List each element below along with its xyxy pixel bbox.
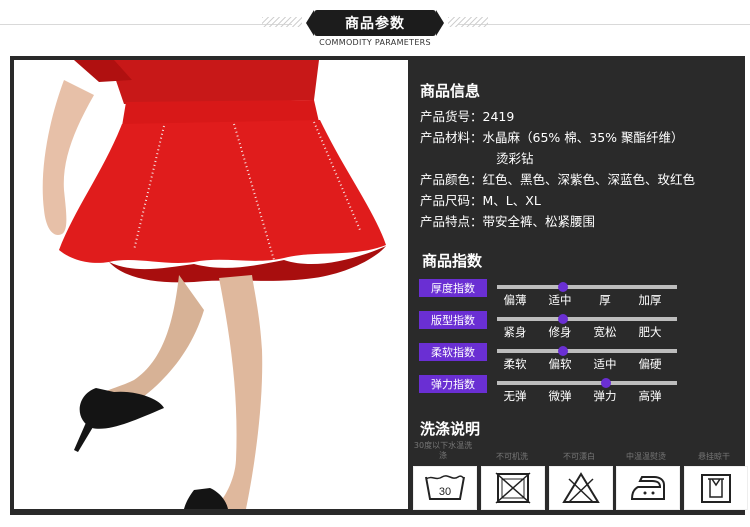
info-value: 带安全裤、松紧腰围 [482,214,596,229]
wash-label-30: 30度以下水温洗涤 [413,441,473,460]
iron-medium-icon [616,466,680,510]
skirt-model-image [14,60,408,509]
index-level-label: 宽松 [593,325,617,339]
wash-section-title: 洗涤说明 [420,420,481,438]
index-slider-track [497,346,677,356]
index-level-label: 紧身 [503,325,527,339]
header-hatch-left [262,17,302,27]
index-level-label: 偏软 [548,357,572,371]
no-machine-wash-icon [481,466,545,510]
index-slider-track [497,282,677,292]
info-label: 产品颜色： [420,172,483,187]
index-level-label: 偏薄 [503,293,527,307]
index-level-label: 高弹 [638,389,662,403]
info-label: 产品货号： [420,109,483,124]
index-slider-knob [558,282,568,292]
header-subtitle: COMMODITY PARAMETERS [319,38,431,47]
index-level-label: 肥大 [638,325,662,339]
index-level-label: 厚 [599,293,611,307]
wash-label-hang: 悬挂晾干 [698,452,730,461]
info-section-title: 商品信息 [420,82,481,100]
index-level-label: 弹力 [593,389,617,403]
index-slider-knob [558,346,568,356]
index-slider-track [497,314,677,324]
info-row-colors: 产品颜色：红色、黑色、深紫色、深蓝色、玫红色 [420,169,695,188]
index-slider-knob [558,314,568,324]
index-level-label: 柔软 [503,357,527,371]
index-badge: 版型指数 [419,311,487,329]
info-row-material-cont: 烫彩钻 [496,148,534,167]
index-badge: 柔软指数 [419,343,487,361]
info-value: 水晶麻（65% 棉、35% 聚酯纤维） [482,130,684,145]
header-hatch-right [448,17,488,27]
index-badge: 厚度指数 [419,279,487,297]
info-label: 产品特点： [420,214,483,229]
index-level-label: 无弹 [503,389,527,403]
wash-30-icon: 30 [413,466,477,510]
info-label: 产品材料： [420,130,483,145]
index-level-label: 加厚 [638,293,662,307]
wash-label-no-bleach: 不可漂白 [563,452,595,461]
info-row-sizes: 产品尺码：M、L、XL [420,190,541,209]
wash-temp-text: 30 [439,486,451,498]
hang-dry-icon [684,466,748,510]
index-level-label: 微弹 [548,389,572,403]
header-line-left [0,24,292,25]
wash-label-no-machine: 不可机洗 [496,452,528,461]
info-row-item-number: 产品货号：2419 [420,106,514,125]
info-value: M、L、XL [482,193,541,208]
info-row-material: 产品材料：水晶麻（65% 棉、35% 聚酯纤维） [420,127,684,146]
info-value: 烫彩钻 [496,151,534,166]
index-badge: 弹力指数 [419,375,487,393]
index-level-label: 适中 [548,293,572,307]
index-slider-track [497,378,677,388]
header-line-right [458,24,750,25]
index-level-label: 适中 [593,357,617,371]
indices-section-title: 商品指数 [422,252,483,270]
index-slider-knob [601,378,611,388]
info-value: 红色、黑色、深紫色、深蓝色、玫红色 [482,172,696,187]
info-value: 2419 [482,109,515,124]
wash-label-iron: 中温温熨烫 [626,452,666,461]
no-bleach-icon [549,466,613,510]
product-photo [14,60,408,509]
header-title: 商品参数 [306,10,444,36]
info-row-features: 产品特点：带安全裤、松紧腰围 [420,211,595,230]
index-level-label: 偏硬 [638,357,662,371]
info-label: 产品尺码： [420,193,483,208]
index-level-label: 修身 [548,325,572,339]
